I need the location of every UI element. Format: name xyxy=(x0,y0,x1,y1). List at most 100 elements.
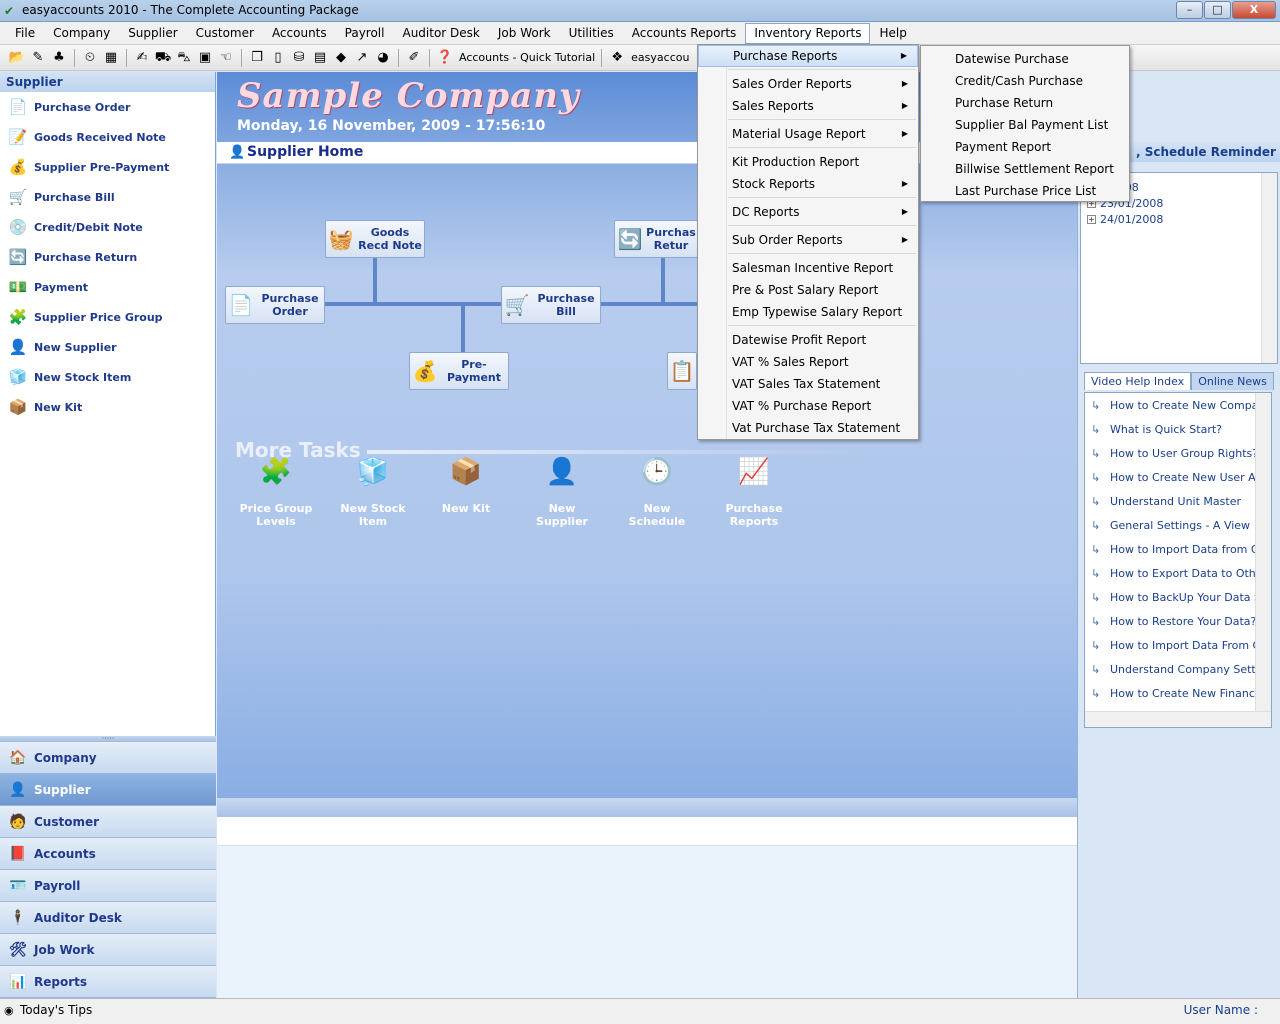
menu-sales-order-reports[interactable]: Sales Order Reports ▶ xyxy=(698,73,918,95)
clock-icon[interactable]: ⏲ xyxy=(81,49,99,67)
submenu-supplier-bal-payment-list[interactable]: Supplier Bal Payment List xyxy=(921,114,1129,136)
task-new-supplier[interactable]: 👤 New Supplier xyxy=(0,332,215,362)
more-price-group-levels[interactable]: 🧩 Price Group Levels xyxy=(231,459,321,528)
chart-icon[interactable]: ↗ xyxy=(353,49,371,67)
flow-pre-payment[interactable]: 💰 Pre- Payment xyxy=(409,352,509,390)
task-purchase-return[interactable]: 🔄 Purchase Return xyxy=(0,242,215,272)
help-vertical-scrollbar[interactable] xyxy=(1255,393,1271,713)
help-link[interactable]: ↳ How to User Group Rights? xyxy=(1085,441,1271,465)
tab-online-news[interactable]: Online News xyxy=(1191,372,1274,390)
help-link[interactable]: ↳ How to Export Data to Other xyxy=(1085,561,1271,585)
note-icon[interactable]: ✍ xyxy=(133,49,151,67)
task-supplier-pre-payment[interactable]: 💰 Supplier Pre-Payment xyxy=(0,152,215,182)
help-link[interactable]: ↳ What is Quick Start? xyxy=(1085,417,1271,441)
tag-icon[interactable]: ◆ xyxy=(332,49,350,67)
group-icon[interactable]: ♣ xyxy=(50,49,68,67)
task-new-kit[interactable]: 📦 New Kit xyxy=(0,392,215,422)
help-link[interactable]: ↳ How to Restore Your Data? xyxy=(1085,609,1271,633)
menu-pre-post-salary-report[interactable]: Pre & Post Salary Report xyxy=(698,279,918,301)
tree-scrollbar[interactable] xyxy=(1261,173,1277,363)
menu-datewise-profit-report[interactable]: Datewise Profit Report xyxy=(698,329,918,351)
menu-sales-reports[interactable]: Sales Reports ▶ xyxy=(698,95,918,117)
tree-node[interactable]: +24/01/2008 xyxy=(1081,211,1277,227)
cart-icon[interactable]: ⛟ xyxy=(154,49,172,67)
more-new-supplier[interactable]: 👤 New Supplier xyxy=(517,459,607,528)
menu-accounts-reports[interactable]: Accounts Reports xyxy=(623,23,746,44)
flow-goods-received-note[interactable]: 🧺 Goods Recd Note xyxy=(325,220,425,258)
menu-vat-purchase-report[interactable]: VAT % Purchase Report xyxy=(698,395,918,417)
help-link[interactable]: ↳ How to Create New Compan xyxy=(1085,393,1271,417)
submenu-purchase-return[interactable]: Purchase Return xyxy=(921,92,1129,114)
easyaccounts-button[interactable]: easyaccou xyxy=(631,51,689,64)
help-horizontal-scrollbar[interactable] xyxy=(1085,711,1271,727)
nav-payroll[interactable]: 🪪 Payroll xyxy=(0,870,216,902)
nav-supplier[interactable]: 👤 Supplier xyxy=(0,774,216,806)
help-link[interactable]: ↳ How to Import Data from Oth xyxy=(1085,537,1271,561)
page-icon[interactable]: ▯ xyxy=(269,49,287,67)
tab-video-help-index[interactable]: Video Help Index xyxy=(1084,372,1192,390)
submenu-last-purchase-price-list[interactable]: Last Purchase Price List xyxy=(921,180,1129,202)
submenu-payment-report[interactable]: Payment Report xyxy=(921,136,1129,158)
more-new-kit[interactable]: 📦 New Kit xyxy=(421,459,511,515)
menu-file[interactable]: File xyxy=(6,23,44,44)
menu-supplier[interactable]: Supplier xyxy=(119,23,186,44)
menu-utilities[interactable]: Utilities xyxy=(560,23,623,44)
nav-customer[interactable]: 🧑 Customer xyxy=(0,806,216,838)
help-link[interactable]: ↳ How to Create New User Ac xyxy=(1085,465,1271,489)
maximize-button[interactable]: □ xyxy=(1204,1,1231,19)
todays-tips[interactable]: Today's Tips xyxy=(20,1003,92,1017)
task-purchase-bill[interactable]: 🛒 Purchase Bill xyxy=(0,182,215,212)
submenu-billwise-settlement-report[interactable]: Billwise Settlement Report xyxy=(921,158,1129,180)
menu-vat-sales-tax-statement[interactable]: VAT Sales Tax Statement xyxy=(698,373,918,395)
nav-accounts[interactable]: 📕 Accounts xyxy=(0,838,216,870)
task-credit-debit-note[interactable]: 💿 Credit/Debit Note xyxy=(0,212,215,242)
task-payment[interactable]: 💵 Payment xyxy=(0,272,215,302)
menu-accounts[interactable]: Accounts xyxy=(263,23,336,44)
quick-tutorial-button[interactable]: Accounts - Quick Tutorial xyxy=(459,51,595,64)
briefcase-icon[interactable]: ▤ xyxy=(311,49,329,67)
menu-inventory-reports[interactable]: Inventory Reports xyxy=(745,22,871,44)
more-purchase-reports[interactable]: 📈 Purchase Reports xyxy=(709,459,799,528)
task-supplier-price-group[interactable]: 🧩 Supplier Price Group xyxy=(0,302,215,332)
help-link[interactable]: ↳ How to Create New Financia xyxy=(1085,681,1271,705)
menu-customer[interactable]: Customer xyxy=(187,23,263,44)
more-new-stock-item[interactable]: 🧊 New Stock Item xyxy=(328,459,418,528)
menu-sub-order-reports[interactable]: Sub Order Reports ▶ xyxy=(698,229,918,251)
nav-job-work[interactable]: 🛠 Job Work xyxy=(0,934,216,966)
help-link[interactable]: ↳ How to Import Data From Ot xyxy=(1085,633,1271,657)
flow-purchase-order[interactable]: 📄 Purchase Order xyxy=(225,286,325,324)
task-new-stock-item[interactable]: 🧊 New Stock Item xyxy=(0,362,215,392)
easyaccounts-icon[interactable]: ❖ xyxy=(608,49,626,67)
menu-stock-reports[interactable]: Stock Reports ▶ xyxy=(698,173,918,195)
task-goods-received-note[interactable]: 📝 Goods Received Note xyxy=(0,122,215,152)
menu-payroll[interactable]: Payroll xyxy=(336,23,394,44)
menu-kit-production-report[interactable]: Kit Production Report xyxy=(698,151,918,173)
nav-reports[interactable]: 📊 Reports xyxy=(0,966,216,998)
help-link[interactable]: ↳ How to BackUp Your Data S xyxy=(1085,585,1271,609)
help-link[interactable]: ↳ Understand Company Settin xyxy=(1085,657,1271,681)
submenu-credit-cash-purchase[interactable]: Credit/Cash Purchase xyxy=(921,70,1129,92)
nav-company[interactable]: 🏠 Company xyxy=(0,742,216,774)
tutorial-icon[interactable]: ❓ xyxy=(436,49,454,67)
basket-icon[interactable]: ⛁ xyxy=(290,49,308,67)
open-folder-icon[interactable]: 📂 xyxy=(8,49,26,67)
close-button[interactable]: X xyxy=(1232,1,1276,19)
expand-icon[interactable]: + xyxy=(1087,214,1096,224)
flow-purchase-bill[interactable]: 🛒 Purchase Bill xyxy=(501,286,601,324)
edit-icon[interactable]: ✎ xyxy=(29,49,47,67)
menu-emp-typewise-salary-report[interactable]: Emp Typewise Salary Report xyxy=(698,301,918,323)
menu-help[interactable]: Help xyxy=(870,23,915,44)
flow-credit-debit-note[interactable]: 📋 xyxy=(667,352,697,390)
calendar-icon[interactable]: ▦ xyxy=(102,49,120,67)
menu-auditor-desk[interactable]: Auditor Desk xyxy=(393,23,488,44)
menu-dc-reports[interactable]: DC Reports ▶ xyxy=(698,201,918,223)
minimize-button[interactable]: – xyxy=(1176,1,1203,19)
flow-purchase-return[interactable]: 🔄 Purchas Retur xyxy=(614,220,698,258)
help-link[interactable]: ↳ General Settings - A View xyxy=(1085,513,1271,537)
nav-auditor-desk[interactable]: 🕴 Auditor Desk xyxy=(0,902,216,934)
cart-red-icon[interactable]: ⛍ xyxy=(175,49,193,67)
menu-vat-sales-report[interactable]: VAT % Sales Report xyxy=(698,351,918,373)
pie-icon[interactable]: ◕ xyxy=(374,49,392,67)
help-link[interactable]: ↳ Understand Unit Master xyxy=(1085,489,1271,513)
hand-icon[interactable]: ☜ xyxy=(217,49,235,67)
